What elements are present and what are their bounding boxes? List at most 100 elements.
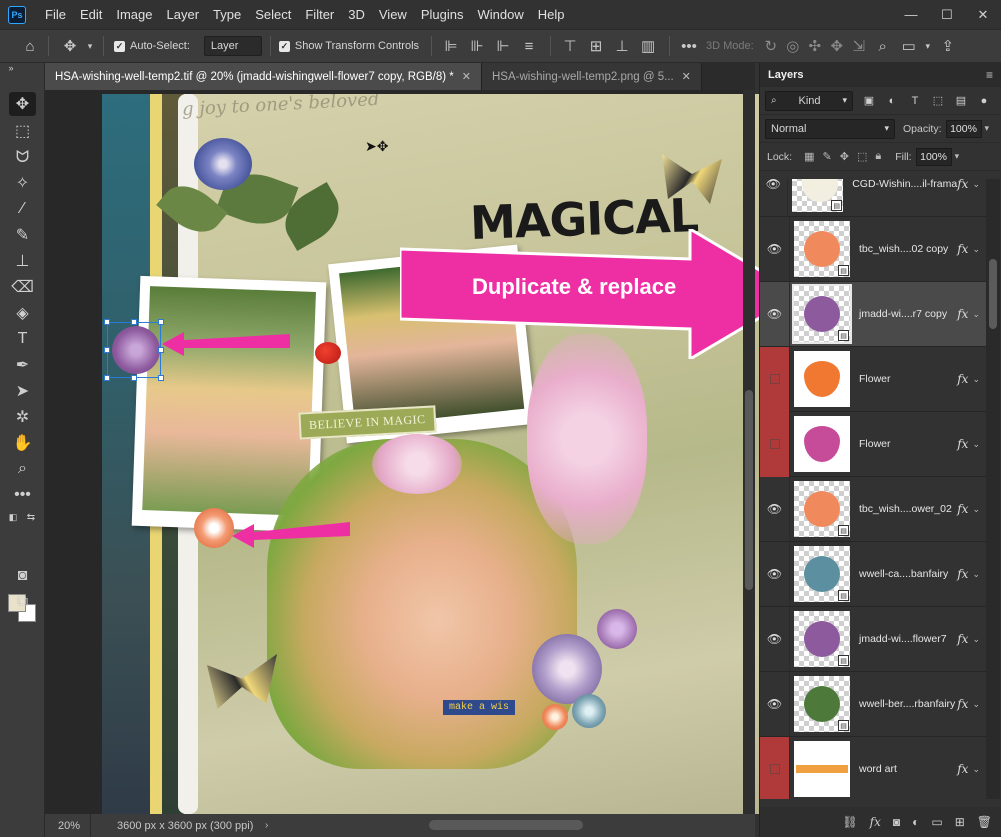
type-tool-icon[interactable]: T xyxy=(9,327,36,351)
menu-image[interactable]: Image xyxy=(109,0,159,29)
align-top-icon[interactable]: ⊤ xyxy=(557,37,583,55)
layer-thumbnail[interactable]: ▤ xyxy=(794,611,850,667)
default-colors-icon[interactable]: ◧ xyxy=(6,511,20,523)
blend-mode-dropdown[interactable]: Normal ▾ xyxy=(765,118,895,139)
visibility-toggle[interactable]: 👁︎ xyxy=(760,179,788,217)
distribute-vertical-icon[interactable]: ▥ xyxy=(635,37,661,55)
layer-row[interactable]: 👁︎ ▤ tbc_wish....02 copy fx ⌄ xyxy=(760,216,986,282)
chevron-down-icon[interactable]: ▾ xyxy=(85,41,95,52)
zoom-tool-icon[interactable]: ⌕ xyxy=(9,457,36,481)
layer-thumbnail[interactable] xyxy=(794,741,850,797)
chevron-down-icon[interactable]: ⌄ xyxy=(972,699,980,710)
menu-select[interactable]: Select xyxy=(248,0,298,29)
layer-effects-icon[interactable]: fx xyxy=(957,372,968,386)
transform-handle[interactable] xyxy=(131,319,137,325)
transform-handle[interactable] xyxy=(131,375,137,381)
link-layers-icon[interactable]: ⛓ xyxy=(842,815,857,829)
shape-tool-icon[interactable]: ✲ xyxy=(9,405,36,429)
chevron-down-icon[interactable]: ▾ xyxy=(922,41,934,52)
tab-document-active[interactable]: HSA-wishing-well-temp2.tif @ 20% (jmadd-… xyxy=(45,63,482,90)
layer-name[interactable]: wwell-ca....banfairy xyxy=(859,568,957,580)
layer-thumbnail[interactable]: ▤ xyxy=(794,481,850,537)
visibility-toggle[interactable]: 👁︎ xyxy=(760,671,790,737)
menu-file[interactable]: File xyxy=(38,0,73,29)
layers-scrollbar[interactable] xyxy=(986,179,1000,799)
visibility-toggle[interactable] xyxy=(760,736,790,799)
layer-name[interactable]: jmadd-wi....r7 copy xyxy=(859,308,957,320)
fill-field[interactable]: 100% xyxy=(915,147,952,166)
pixel-filter-icon[interactable]: ▣ xyxy=(862,94,876,108)
lock-transparent-icon[interactable]: ▦ xyxy=(804,150,814,163)
layer-name[interactable]: tbc_wish....02 copy xyxy=(859,243,957,255)
align-right-icon[interactable]: ⊩ xyxy=(490,37,516,55)
transform-handle[interactable] xyxy=(158,319,164,325)
transform-handle[interactable] xyxy=(104,319,110,325)
close-icon[interactable]: ✕ xyxy=(682,70,691,83)
lock-image-icon[interactable]: ✎ xyxy=(823,150,832,163)
layer-thumbnail[interactable]: ▤ xyxy=(792,284,852,344)
layer-effects-icon[interactable]: fx xyxy=(957,697,968,711)
pen-tool-icon[interactable]: ✒ xyxy=(9,353,36,377)
eyedropper-icon[interactable]: ⁄ xyxy=(9,197,36,221)
layer-row[interactable]: 👁︎ ▤ tbc_wish....ower_02 fx ⌄ xyxy=(760,476,986,542)
auto-select-dropdown[interactable]: Layer xyxy=(203,36,262,56)
marquee-tool-icon[interactable]: ⬚ xyxy=(9,119,36,143)
layer-thumbnail[interactable]: ▤ xyxy=(791,179,844,212)
chevron-down-icon[interactable]: ⌄ xyxy=(972,309,980,320)
new-group-icon[interactable]: ▭ xyxy=(931,815,942,829)
scrollbar-thumb[interactable] xyxy=(989,259,997,329)
screen-mode-icon[interactable]: ⧉ xyxy=(9,590,36,614)
align-left-icon[interactable]: ⊫ xyxy=(438,37,464,55)
path-select-icon[interactable]: ➤ xyxy=(9,379,36,403)
layer-row[interactable]: 👁︎ ▤ jmadd-wi....flower7 fx ⌄ xyxy=(760,606,986,672)
menu-window[interactable]: Window xyxy=(470,0,530,29)
new-layer-icon[interactable]: ⊞ xyxy=(955,815,965,829)
smart-object-filter-icon[interactable]: ▤ xyxy=(954,94,968,108)
menu-view[interactable]: View xyxy=(372,0,414,29)
transform-bounding-box[interactable] xyxy=(104,319,164,381)
restore-icon[interactable]: ☐ xyxy=(929,0,965,29)
layer-name[interactable]: Flower xyxy=(859,438,957,450)
move-tool-icon[interactable]: ✥ xyxy=(9,92,36,116)
lock-all-icon[interactable]: 🔒︎ xyxy=(875,150,881,163)
layer-name[interactable]: CGD-Wishin....il-frama xyxy=(852,179,957,190)
transform-handle[interactable] xyxy=(158,347,164,353)
adjustment-filter-icon[interactable]: ◐ xyxy=(885,94,899,108)
layer-thumbnail[interactable]: ▤ xyxy=(794,676,850,732)
adjustment-layer-icon[interactable]: ◐ xyxy=(912,815,919,829)
hand-tool-icon[interactable]: ✋ xyxy=(9,431,36,455)
3d-orbit-icon[interactable]: ↻ xyxy=(760,37,782,55)
3d-scale-icon[interactable]: ⇲ xyxy=(848,37,870,55)
align-center-icon[interactable]: ⊪ xyxy=(464,37,490,55)
visibility-toggle[interactable] xyxy=(760,411,790,477)
visibility-toggle[interactable]: 👁︎ xyxy=(760,216,790,282)
show-transform-checkbox[interactable]: ✓ Show Transform Controls xyxy=(278,40,419,52)
eraser-tool-icon[interactable]: ⌫ xyxy=(9,275,36,299)
chevron-down-icon[interactable]: ▾ xyxy=(955,151,960,162)
lasso-tool-icon[interactable]: ᗢ xyxy=(9,146,36,170)
visibility-toggle[interactable]: 👁︎ xyxy=(760,541,790,607)
move-tool-icon[interactable]: ✥ xyxy=(55,37,85,55)
menu-3d[interactable]: 3D xyxy=(341,0,372,29)
menu-layer[interactable]: Layer xyxy=(160,0,207,29)
transform-handle[interactable] xyxy=(104,347,110,353)
3d-slide-icon[interactable]: ✥ xyxy=(826,37,848,55)
collapse-icon[interactable]: » xyxy=(4,63,18,73)
scrollbar-thumb[interactable] xyxy=(745,390,753,590)
lock-artboard-icon[interactable]: ⬚ xyxy=(857,150,867,163)
chevron-down-icon[interactable]: ⌄ xyxy=(972,374,980,385)
layer-thumbnail[interactable]: ▤ xyxy=(794,546,850,602)
chevron-down-icon[interactable]: ⌄ xyxy=(972,439,980,450)
menu-filter[interactable]: Filter xyxy=(298,0,341,29)
layer-effects-icon[interactable]: fx xyxy=(957,179,968,191)
chevron-down-icon[interactable]: ⌄ xyxy=(972,504,980,515)
type-filter-icon[interactable]: T xyxy=(908,94,922,108)
layer-thumbnail[interactable] xyxy=(794,416,850,472)
layer-name[interactable]: jmadd-wi....flower7 xyxy=(859,633,957,645)
zoom-level[interactable]: 20% xyxy=(45,814,91,837)
chevron-right-icon[interactable]: › xyxy=(265,820,268,831)
stamp-tool-icon[interactable]: ⊥ xyxy=(9,249,36,273)
quick-mask-icon[interactable]: ◙ xyxy=(9,564,36,588)
workspace-icon[interactable]: ▭ xyxy=(896,37,922,55)
menu-help[interactable]: Help xyxy=(531,0,572,29)
